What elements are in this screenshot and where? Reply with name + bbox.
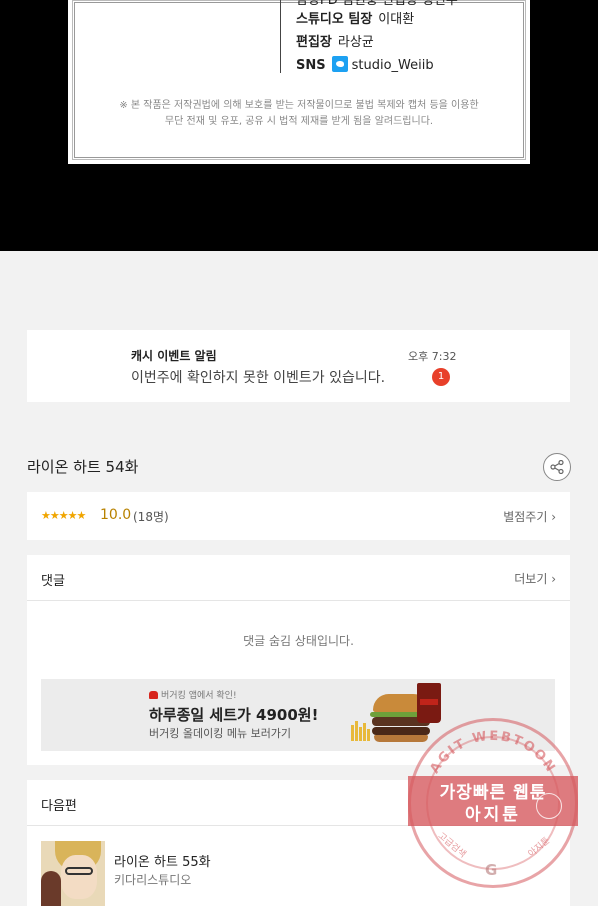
copyright-notice-line: ※ 본 작품은 저작권법에 의해 보호를 받는 저작물이므로 불법 복제와 캡처… <box>119 100 479 111</box>
share-icon <box>550 460 564 474</box>
ad-small-text: 버거킹 앱에서 확인! <box>149 688 237 701</box>
credits-panel-background: 담당PD 김현중 편집장 정연우 스튜디오 팀장 이대환 편집장 라상균 SNS st… <box>0 0 598 251</box>
star-rating-icon: ★★★★★ <box>41 509 86 522</box>
share-button[interactable] <box>543 453 571 481</box>
google-icon: G <box>485 861 498 879</box>
credits-name: 라상균 <box>337 35 374 50</box>
ad-small-label: 버거킹 앱에서 확인! <box>161 691 237 701</box>
credits-divider <box>280 0 281 73</box>
copyright-notice-line: 무단 전재 및 유포, 공유 시 법적 제재를 받게 됨을 알려드립니다. <box>164 116 434 127</box>
credits-role: SNS <box>296 58 326 73</box>
event-notification[interactable]: 캐시 이벤트 알림 오후 7:32 이번주에 확인하지 못한 이벤트가 있습니다… <box>27 330 570 402</box>
notification-body: 이번주에 확인하지 못한 이벤트가 있습니다. <box>131 370 386 386</box>
next-episode-thumbnail[interactable] <box>41 841 105 906</box>
credits-row-sns: SNS studio_Weiib <box>296 56 434 73</box>
ad-headline: 하루종일 세트가 4900원! <box>149 706 319 724</box>
episode-title: 라이온 하트 54화 <box>27 458 139 476</box>
credits-card: 담당PD 김현중 편집장 정연우 스튜디오 팀장 이대환 편집장 라상균 SNS st… <box>68 0 530 164</box>
bell-icon <box>536 793 562 819</box>
notification-title: 캐시 이벤트 알림 <box>131 349 217 363</box>
burger-king-logo-icon <box>149 691 158 699</box>
cola-cup-image <box>417 683 441 723</box>
credits-cut-line: 담당PD 김현중 편집장 정연우 <box>296 0 458 8</box>
twitter-icon <box>331 56 348 72</box>
next-episode-name[interactable]: 라이온 하트 55화 <box>114 851 211 870</box>
credits-name: 이대환 <box>378 12 415 27</box>
rating-card: ★★★★★ 10.0 (18명) 별점주기 › <box>27 492 570 540</box>
notification-badge: 1 <box>432 368 450 386</box>
ad-subtext: 버거킹 올데이킹 메뉴 보러가기 <box>149 727 292 740</box>
notification-time: 오후 7:32 <box>408 350 457 363</box>
svg-text:AGIT WEBTOON: AGIT WEBTOON <box>427 729 558 776</box>
comments-header: 댓글 더보기 › <box>27 555 570 601</box>
comments-title: 댓글 <box>41 574 65 589</box>
comments-hidden-message: 댓글 숨김 상태입니다. <box>243 634 354 648</box>
rating-count: (18명) <box>133 510 169 524</box>
credits-row-team-lead: 스튜디오 팀장 이대환 <box>296 8 414 27</box>
next-episode-studio: 키다리스튜디오 <box>114 873 192 887</box>
next-episode-title: 다음편 <box>41 799 77 814</box>
watermark-stamp: AGIT WEBTOON 가장빠른 웹툰 아지툰 고급검색 아지툰 G <box>408 718 578 888</box>
credits-row-editor: 편집장 라상균 <box>296 31 374 50</box>
comments-more-button[interactable]: 더보기 › <box>514 570 556 587</box>
rating-score: 10.0 <box>100 507 132 523</box>
credits-role: 편집장 <box>296 35 332 50</box>
fries-image <box>349 719 371 741</box>
section-spacer <box>0 251 598 311</box>
rate-button[interactable]: 별점주기 › <box>503 508 556 525</box>
credits-role: 스튜디오 팀장 <box>296 12 373 27</box>
copyright-notice: ※ 본 작품은 저작권법에 의해 보호를 받는 저작물이므로 불법 복제와 캡처… <box>70 98 528 130</box>
sns-handle: studio_Weiib <box>351 58 434 73</box>
